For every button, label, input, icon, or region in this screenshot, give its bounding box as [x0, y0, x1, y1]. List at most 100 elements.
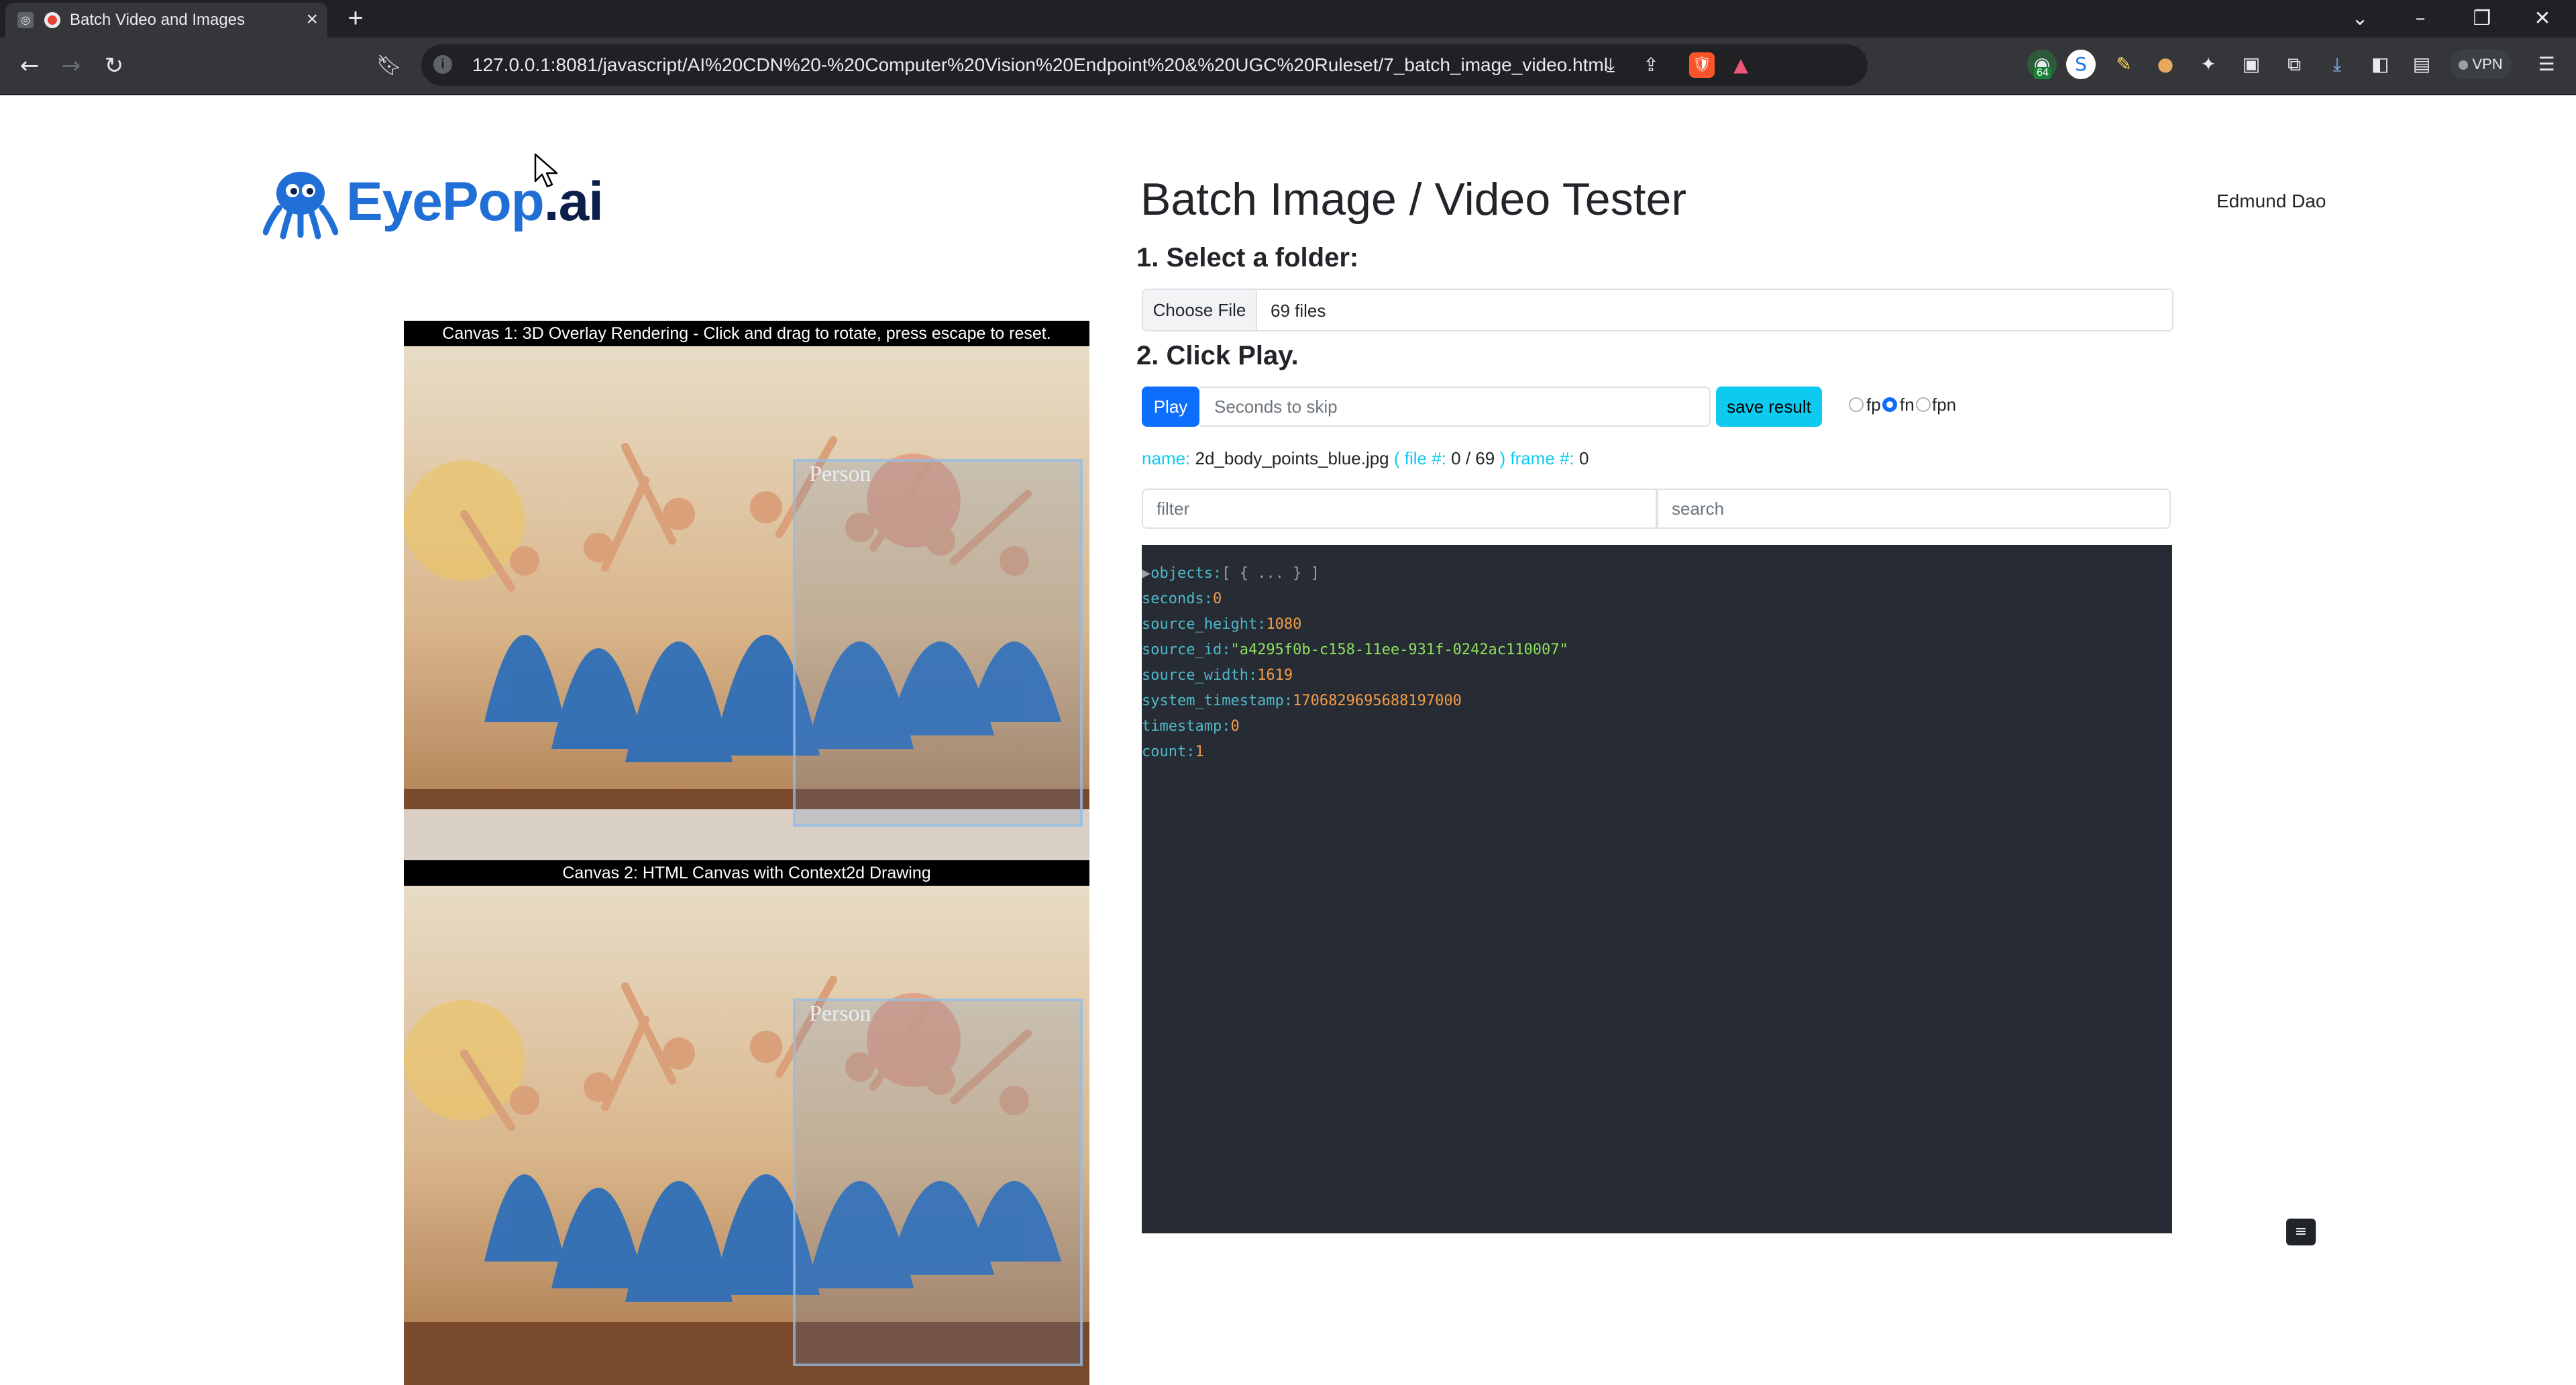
address-bar[interactable]: i 127.0.0.1:8081/javascript/AI%20CDN%20-…: [421, 44, 1868, 86]
file-index: 0 / 69: [1451, 448, 1495, 468]
json-row: timestamp:0: [1142, 718, 1240, 735]
restore-window-button[interactable]: ❐: [2455, 1, 2509, 36]
json-key: source_height:: [1142, 616, 1267, 633]
person-bounding-box: [793, 459, 1083, 827]
json-row: source_width:1619: [1142, 667, 1293, 684]
share-icon[interactable]: ⇪: [1638, 52, 1664, 78]
recording-icon: [44, 12, 60, 28]
person-bounding-box: [793, 998, 1083, 1366]
mouse-cursor-icon: [534, 153, 558, 188]
close-window-button[interactable]: ✕: [2516, 1, 2569, 36]
site-info-icon[interactable]: i: [433, 55, 452, 74]
radio-fpn-label: fpn: [1932, 395, 1957, 415]
file-index-key: ( file #:: [1393, 448, 1446, 468]
seconds-to-skip-input[interactable]: Seconds to skip: [1199, 387, 1711, 427]
json-value: 1706829695688197000: [1293, 692, 1462, 709]
canvas-1-3d-overlay[interactable]: Person: [404, 346, 1089, 860]
radio-fn[interactable]: [1882, 397, 1897, 412]
json-value: 1080: [1266, 616, 1302, 633]
radio-fp-label: fp: [1866, 395, 1881, 415]
person-label: Person: [809, 1001, 871, 1026]
extensions-icon[interactable]: ⧉: [2279, 50, 2309, 79]
cc-extension-icon[interactable]: ▣: [2237, 50, 2266, 79]
menu-icon[interactable]: ☰: [2532, 50, 2561, 79]
highlighter-extension-icon[interactable]: ✎: [2109, 50, 2139, 79]
logo-text-main: EyePop: [346, 171, 545, 232]
browser-tab[interactable]: ◎ Batch Video and Images ×: [5, 3, 327, 38]
file-count-status: 69 files: [1271, 301, 1326, 321]
user-name[interactable]: Edmund Dao: [2216, 191, 2326, 212]
expand-triangle-icon[interactable]: ▶: [1142, 565, 1150, 582]
choose-file-button[interactable]: Choose File: [1143, 290, 1257, 330]
filter-input[interactable]: filter: [1142, 489, 1657, 529]
page-title: Batch Image / Video Tester: [1140, 174, 1686, 225]
back-arrow-icon[interactable]: ←: [13, 50, 46, 82]
json-row: source_id:"a4295f0b-c158-11ee-931f-0242a…: [1142, 642, 1568, 658]
canvas-2-context2d[interactable]: Person: [404, 886, 1089, 1385]
search-input[interactable]: search: [1657, 489, 2171, 529]
json-key: count:: [1142, 743, 1195, 760]
reload-icon[interactable]: ↻: [98, 50, 130, 82]
json-key: system_timestamp:: [1142, 692, 1293, 709]
name-key: name:: [1142, 448, 1191, 468]
json-row: source_height:1080: [1142, 616, 1301, 633]
json-row: seconds:0: [1142, 591, 1222, 607]
canvas-2-caption: Canvas 2: HTML Canvas with Context2d Dra…: [404, 860, 1089, 886]
json-collapsed-value[interactable]: [ { ... } ]: [1222, 565, 1320, 582]
radio-fpn[interactable]: [1916, 397, 1931, 412]
tab-close-icon[interactable]: ×: [306, 8, 318, 31]
browser-tabstrip: ◎ Batch Video and Images × + ⌄ – ❐ ✕: [0, 0, 2576, 38]
minimize-window-button[interactable]: –: [2394, 1, 2447, 36]
vpn-status-icon: [2459, 60, 2469, 70]
json-key: timestamp:: [1142, 718, 1231, 735]
play-button[interactable]: Play: [1142, 387, 1199, 427]
json-value: 0: [1212, 591, 1222, 607]
sidebar-icon[interactable]: ◧: [2365, 50, 2395, 79]
radio-fn-label: fn: [1900, 395, 1915, 415]
json-value: 1: [1195, 743, 1204, 760]
canvas-1-caption: Canvas 1: 3D Overlay Rendering - Click a…: [404, 321, 1089, 346]
step-2-heading: 2. Click Play.: [1136, 341, 1299, 370]
download-icon[interactable]: ⤓: [1598, 52, 1623, 78]
wallet-icon[interactable]: ▤: [2407, 50, 2436, 79]
json-value: 1619: [1257, 667, 1293, 684]
person-label: Person: [809, 462, 871, 486]
json-key: seconds:: [1142, 591, 1213, 607]
puzzle-extension-icon[interactable]: ✦: [2194, 50, 2223, 79]
radio-fp[interactable]: [1849, 397, 1864, 412]
frame-number: 0: [1578, 448, 1589, 468]
panel-toggle-button[interactable]: ≡: [2286, 1219, 2316, 1245]
current-file-info: name: 2d_body_points_blue.jpg ( file #: …: [1142, 448, 1589, 469]
json-key: objects:: [1150, 565, 1222, 582]
folder-file-input[interactable]: Choose File 69 files: [1142, 289, 2174, 331]
vpn-button[interactable]: VPN: [2450, 50, 2512, 79]
file-index-close: ): [1499, 448, 1506, 468]
json-value: "a4295f0b-c158-11ee-931f-0242ac110007": [1230, 642, 1568, 658]
json-key: source_width:: [1142, 667, 1258, 684]
json-row: system_timestamp:1706829695688197000: [1142, 692, 1462, 709]
json-key: source_id:: [1142, 642, 1231, 658]
extension-s-icon[interactable]: S: [2066, 50, 2096, 79]
browser-toolbar: ← → ↻ 🔖︎ i 127.0.0.1:8081/javascript/AI%…: [0, 38, 2576, 95]
tab-title: Batch Video and Images: [70, 11, 246, 29]
cookie-extension-icon[interactable]: ●: [2151, 50, 2180, 79]
file-name: 2d_body_points_blue.jpg: [1195, 448, 1389, 468]
brave-shields-icon[interactable]: 🛡︎: [1689, 52, 1715, 78]
tab-favicon-icon: ◎: [17, 12, 34, 28]
vpn-label: VPN: [2472, 56, 2503, 72]
tab-search-chevron-icon[interactable]: ⌄: [2333, 1, 2387, 36]
frame-key: frame #:: [1510, 448, 1574, 468]
json-objects-row[interactable]: ▶objects:[ { ... } ]: [1142, 565, 1320, 582]
downloads-icon[interactable]: ⤓: [2322, 50, 2352, 79]
json-result-viewer: ▶objects:[ { ... } ] seconds:0 source_hei…: [1142, 545, 2172, 1233]
octopus-logo-icon: [263, 172, 338, 240]
json-value: 0: [1230, 718, 1240, 735]
url-text[interactable]: 127.0.0.1:8081/javascript/AI%20CDN%20-%2…: [472, 54, 1608, 76]
brave-rewards-icon[interactable]: ▲: [1728, 52, 1754, 78]
logo-text: EyePop.ai: [346, 170, 604, 234]
bookmark-icon[interactable]: 🔖︎: [373, 50, 405, 82]
new-tab-button[interactable]: +: [341, 4, 370, 34]
save-result-button[interactable]: save result: [1716, 387, 1822, 427]
forward-arrow-icon[interactable]: →: [55, 50, 87, 82]
extension-badge: 64: [2034, 67, 2051, 79]
